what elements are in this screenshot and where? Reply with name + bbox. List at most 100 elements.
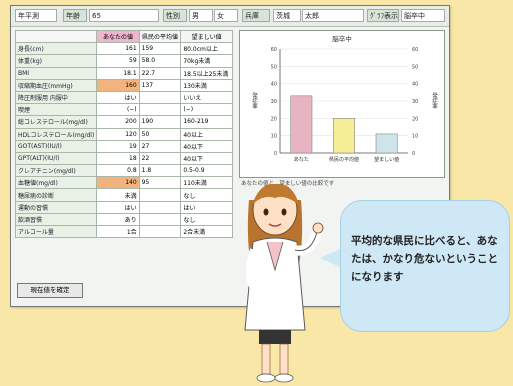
- y-tick-label: 60: [271, 47, 277, 53]
- target-value: (−): [180, 103, 233, 117]
- mean-value: 50: [138, 127, 182, 141]
- your-value-input[interactable]: 18.1: [96, 66, 140, 80]
- sex-male-radio[interactable]: 男: [189, 9, 213, 22]
- target-value: 70kg未満: [180, 54, 233, 68]
- row-label: 降圧剤服用 内服中: [14, 90, 98, 105]
- y2-tick-label: 50: [412, 64, 418, 70]
- target-value: 18.5以上25未満: [180, 66, 233, 80]
- your-value-input[interactable]: 200: [96, 115, 140, 129]
- table-header-cell: [14, 29, 98, 44]
- target-value: 160-219: [180, 115, 233, 129]
- mean-value: [138, 188, 182, 202]
- row-label: 喫煙: [14, 103, 98, 117]
- name-field[interactable]: 太郎: [302, 9, 364, 22]
- row-label: 収縮期血圧(mmHg): [14, 78, 98, 92]
- bar-chart: 0 0 10 10 20 20 30 30 40 40 50 50 60 60 発症率 発症率あなた 県民の平均…: [251, 47, 438, 163]
- mean-value: [138, 224, 182, 239]
- mean-value: [138, 90, 182, 105]
- target-value: 80.0cm以上: [180, 42, 233, 56]
- table-row: 運動の習慣 はい はい: [14, 200, 233, 214]
- your-value-input[interactable]: 未満: [96, 188, 140, 202]
- table-row: 体重(kg) 59 58.0 70kg未満: [14, 54, 233, 68]
- row-label: GPT(ALT)(IU/l): [14, 151, 98, 166]
- your-value-input[interactable]: あり: [96, 212, 140, 227]
- row-label: 運動の習慣: [14, 200, 98, 214]
- table-row: アルコール量 1合 2合未満: [14, 224, 233, 239]
- prefecture-label: 兵庫: [242, 9, 270, 22]
- y-tick-label: 10: [271, 134, 277, 140]
- table-header-cell: あなたの値: [96, 29, 140, 44]
- table-row: 総コレステロール(mg/dl) 200 190 160-219: [14, 115, 233, 129]
- y2-tick-label: 40: [412, 82, 418, 88]
- your-value-input[interactable]: 1合: [96, 224, 140, 239]
- toolbar: 年平測 年齢 65 性別 男 女 兵庫 茨城 太郎 ｸﾞﾗﾌ表示 脳卒中: [11, 6, 449, 27]
- your-value-input[interactable]: はい: [96, 200, 140, 214]
- your-value-input[interactable]: 160: [96, 78, 140, 92]
- row-label: アルコール量: [14, 224, 98, 239]
- y-tick-label: 50: [271, 64, 277, 70]
- table-row: 身長(cm) 161 159 80.0cm以上: [14, 42, 233, 56]
- y2-tick-label: 0: [412, 151, 415, 157]
- row-label: 血糖値(mg/dl): [14, 176, 98, 190]
- your-value-input[interactable]: (−): [96, 103, 140, 117]
- speech-bubble-text: 平均的な県民に比べると、あなたは、かなり危ないということになります: [351, 235, 498, 283]
- graph-select[interactable]: 脳卒中: [401, 9, 445, 22]
- row-label: HDLコレステロール(mg/dl): [14, 127, 98, 141]
- graph-label: ｸﾞﾗﾌ表示: [367, 9, 399, 22]
- row-label: 飲酒習慣: [14, 212, 98, 227]
- age-input[interactable]: 65: [89, 9, 159, 22]
- your-value-input[interactable]: 140: [96, 176, 140, 190]
- target-value: いいえ: [180, 90, 233, 105]
- age-label: 年齢: [63, 9, 87, 22]
- confirm-button[interactable]: 現在値を確定: [17, 283, 83, 298]
- your-value-input[interactable]: 120: [96, 127, 140, 141]
- y2-tick-label: 30: [412, 99, 418, 105]
- target-value: 40以上: [180, 127, 233, 141]
- target-value: 130未満: [180, 78, 233, 92]
- y2-tick-label: 20: [412, 116, 418, 122]
- x-tick-label: 県民の平均値: [329, 156, 359, 163]
- table-row: 飲酒習慣 あり なし: [14, 212, 233, 227]
- target-value: 40以下: [180, 139, 233, 153]
- y2-tick-label: 10: [412, 134, 418, 140]
- mean-value: 95: [138, 176, 182, 190]
- target-value: 40以下: [180, 151, 233, 166]
- mean-value: [138, 212, 182, 227]
- row-label: クレアチニン(mg/dl): [14, 164, 98, 178]
- your-value-input[interactable]: 161: [96, 42, 140, 56]
- y-axis-label: 発症率: [251, 92, 258, 111]
- y-tick-label: 0: [274, 151, 277, 157]
- row-label: 体重(kg): [14, 54, 98, 68]
- mean-value: 58.0: [138, 54, 182, 68]
- your-value-input[interactable]: 59: [96, 54, 140, 68]
- y2-axis-label: 発症率: [431, 92, 438, 111]
- chart-bar: [333, 118, 355, 154]
- your-value-input[interactable]: 19: [96, 139, 140, 153]
- your-value-input[interactable]: 18: [96, 151, 140, 166]
- table-row: 糖尿病の診断 未満 なし: [14, 188, 233, 202]
- x-tick-label: 望ましい値: [374, 156, 399, 163]
- x-tick-label: あなた: [294, 156, 309, 163]
- mean-value: 1.8: [138, 164, 182, 178]
- mean-value: 22: [138, 151, 182, 166]
- mean-value: 159: [138, 42, 182, 56]
- mean-value: 22.7: [138, 66, 182, 80]
- chart-bar: [290, 95, 313, 154]
- y2-tick-label: 60: [412, 47, 418, 53]
- y-tick-label: 20: [271, 116, 277, 122]
- row-label: GOT(AST)(IU/l): [14, 139, 98, 153]
- y-tick-label: 30: [271, 99, 277, 105]
- health-data-table: あなたの値 県民の平均値 望ましい値 身長(cm) 161 159 80.0cm以上 体重(k…: [14, 29, 233, 239]
- sex-female-radio[interactable]: 女: [214, 9, 238, 22]
- mean-value: [138, 103, 182, 117]
- table-row: HDLコレステロール(mg/dl) 120 50 40以上: [14, 127, 233, 141]
- your-value-input[interactable]: はい: [96, 90, 140, 105]
- row-label: 身長(cm): [14, 42, 98, 56]
- mean-value: [138, 200, 182, 214]
- row-label: 総コレステロール(mg/dl): [14, 115, 98, 129]
- chart-title: 脳卒中: [332, 35, 352, 43]
- chart-panel: 脳卒中 0 0 10 10 20 20 30 30 40 40 50 50 60 60 発症率 発症率 あなた 県…: [239, 30, 445, 178]
- your-value-input[interactable]: 0.8: [96, 164, 140, 178]
- table-header-cell: 県民の平均値: [138, 29, 182, 44]
- district-field[interactable]: 茨城: [273, 9, 301, 22]
